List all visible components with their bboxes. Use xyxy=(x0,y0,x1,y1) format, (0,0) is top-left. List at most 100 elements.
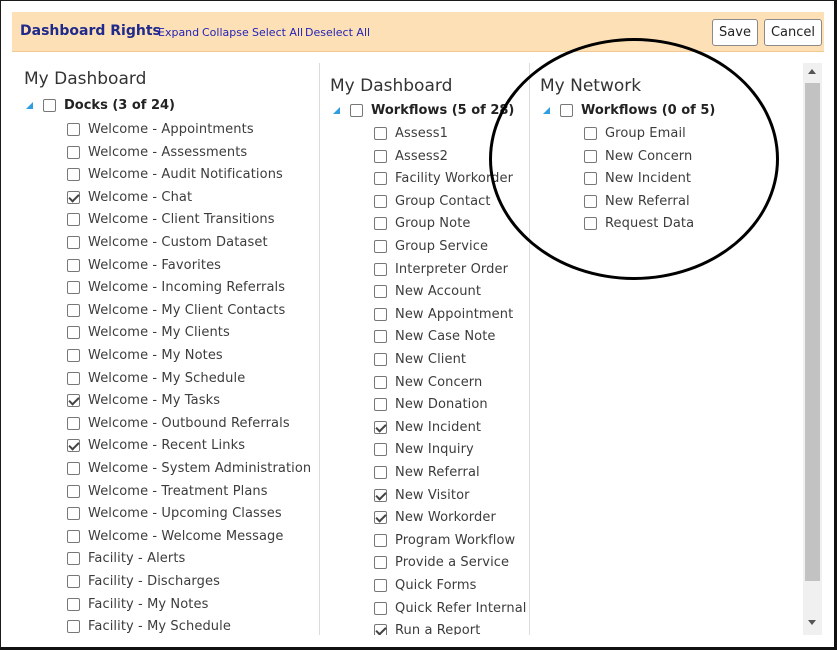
list-item[interactable]: Interpreter Order xyxy=(374,262,508,277)
list-item[interactable]: Group Service xyxy=(374,239,488,254)
scroll-down-arrow-icon[interactable] xyxy=(808,620,816,625)
list-item[interactable]: Group Contact xyxy=(374,194,491,209)
list-item[interactable]: Welcome - Welcome Message xyxy=(67,529,284,544)
list-item[interactable]: Welcome - Treatment Plans xyxy=(67,484,268,499)
list-item[interactable]: New Case Note xyxy=(374,329,496,344)
list-item[interactable]: New Donation xyxy=(374,397,488,412)
item-checkbox[interactable] xyxy=(374,601,387,615)
list-item[interactable]: New Client xyxy=(374,352,466,367)
list-item[interactable]: Run a Report xyxy=(374,623,480,635)
item-checkbox[interactable] xyxy=(374,127,387,140)
item-checkbox[interactable] xyxy=(67,371,80,385)
item-checkbox[interactable] xyxy=(584,127,597,140)
deselect-all-link[interactable]: Deselect All xyxy=(305,26,370,39)
list-item[interactable]: New Incident xyxy=(584,171,691,186)
item-checkbox[interactable] xyxy=(374,488,387,502)
list-item[interactable]: Welcome - Upcoming Classes xyxy=(67,506,282,521)
list-item[interactable]: New Concern xyxy=(374,375,482,390)
item-checkbox[interactable] xyxy=(374,375,387,389)
item-checkbox[interactable] xyxy=(67,529,80,543)
item-checkbox[interactable] xyxy=(374,466,387,479)
item-checkbox[interactable] xyxy=(584,172,597,186)
item-checkbox[interactable] xyxy=(67,281,80,295)
expand-triangle-icon[interactable] xyxy=(333,107,340,114)
list-item[interactable]: Facility - My Notes xyxy=(67,597,208,612)
item-checkbox[interactable] xyxy=(374,511,387,525)
list-item[interactable]: Welcome - Client Transitions xyxy=(67,212,275,227)
item-checkbox[interactable] xyxy=(374,330,387,344)
list-item[interactable]: Group Email xyxy=(584,126,686,141)
item-checkbox[interactable] xyxy=(374,285,387,299)
item-checkbox[interactable] xyxy=(374,353,387,366)
item-checkbox[interactable] xyxy=(374,579,387,592)
item-checkbox[interactable] xyxy=(584,149,597,163)
item-checkbox[interactable] xyxy=(374,262,387,276)
list-item[interactable]: Quick Forms xyxy=(374,578,477,593)
group-checkbox[interactable] xyxy=(560,104,573,117)
list-item[interactable]: Facility - Alerts xyxy=(67,551,185,566)
list-item[interactable]: New Inquiry xyxy=(374,442,474,457)
list-item[interactable]: New Referral xyxy=(374,465,480,480)
list-item[interactable]: New Account xyxy=(374,284,481,299)
item-checkbox[interactable] xyxy=(374,533,387,547)
item-checkbox[interactable] xyxy=(67,439,80,453)
list-item[interactable]: Welcome - My Tasks xyxy=(67,393,220,408)
list-item[interactable]: Assess2 xyxy=(374,149,448,164)
item-checkbox[interactable] xyxy=(67,213,80,227)
item-checkbox[interactable] xyxy=(374,556,387,570)
scroll-up-arrow-icon[interactable] xyxy=(808,69,816,74)
item-checkbox[interactable] xyxy=(374,172,387,186)
list-item[interactable]: Quick Refer Internal xyxy=(374,601,527,616)
list-item[interactable]: Welcome - My Clients xyxy=(67,325,230,340)
item-checkbox[interactable] xyxy=(374,420,387,434)
list-item[interactable]: Welcome - Custom Dataset xyxy=(67,235,268,250)
list-item[interactable]: Welcome - My Client Contacts xyxy=(67,303,285,318)
item-checkbox[interactable] xyxy=(374,240,387,253)
item-checkbox[interactable] xyxy=(67,620,80,634)
list-item[interactable]: New Concern xyxy=(584,149,692,164)
item-checkbox[interactable] xyxy=(67,349,80,362)
item-checkbox[interactable] xyxy=(67,168,80,182)
vertical-scrollbar[interactable] xyxy=(803,63,822,635)
list-item[interactable]: Welcome - System Administration xyxy=(67,461,311,476)
list-item[interactable]: Welcome - Outbound Referrals xyxy=(67,416,290,431)
expand-triangle-icon[interactable] xyxy=(543,107,550,114)
item-checkbox[interactable] xyxy=(374,398,387,412)
item-checkbox[interactable] xyxy=(374,149,387,163)
item-checkbox[interactable] xyxy=(67,507,80,521)
item-checkbox[interactable] xyxy=(67,484,80,498)
list-item[interactable]: Program Workflow xyxy=(374,533,515,548)
item-checkbox[interactable] xyxy=(374,217,387,231)
list-item[interactable]: New Workorder xyxy=(374,510,496,525)
cancel-button[interactable]: Cancel xyxy=(764,19,822,46)
list-item[interactable]: Assess1 xyxy=(374,126,448,141)
item-checkbox[interactable] xyxy=(374,624,387,635)
list-item[interactable]: Welcome - Assessments xyxy=(67,145,247,160)
list-item[interactable]: New Incident xyxy=(374,420,481,435)
list-item[interactable]: Facility Workorder xyxy=(374,171,513,186)
item-checkbox[interactable] xyxy=(584,217,597,231)
scroll-thumb[interactable] xyxy=(805,83,820,581)
item-checkbox[interactable] xyxy=(67,190,80,204)
item-checkbox[interactable] xyxy=(67,123,80,136)
list-item[interactable]: Provide a Service xyxy=(374,555,509,570)
expand-triangle-icon[interactable] xyxy=(26,102,33,109)
item-checkbox[interactable] xyxy=(374,194,387,208)
list-item[interactable]: Welcome - My Schedule xyxy=(67,371,245,386)
item-checkbox[interactable] xyxy=(67,303,80,317)
list-item[interactable]: Welcome - Incoming Referrals xyxy=(67,280,285,295)
item-checkbox[interactable] xyxy=(67,236,80,249)
item-checkbox[interactable] xyxy=(67,258,80,272)
list-item[interactable]: Facility - My Schedule xyxy=(67,619,231,634)
list-item[interactable]: Welcome - Recent Links xyxy=(67,438,245,453)
list-item[interactable]: Facility - Discharges xyxy=(67,574,220,589)
expand-link[interactable]: Expand xyxy=(158,26,199,39)
item-checkbox[interactable] xyxy=(67,575,80,588)
list-item[interactable]: New Appointment xyxy=(374,307,513,322)
item-checkbox[interactable] xyxy=(67,597,80,611)
list-item[interactable]: Welcome - Chat xyxy=(67,190,192,205)
item-checkbox[interactable] xyxy=(67,552,80,566)
item-checkbox[interactable] xyxy=(67,394,80,408)
list-item[interactable]: Request Data xyxy=(584,216,694,231)
item-checkbox[interactable] xyxy=(584,194,597,208)
